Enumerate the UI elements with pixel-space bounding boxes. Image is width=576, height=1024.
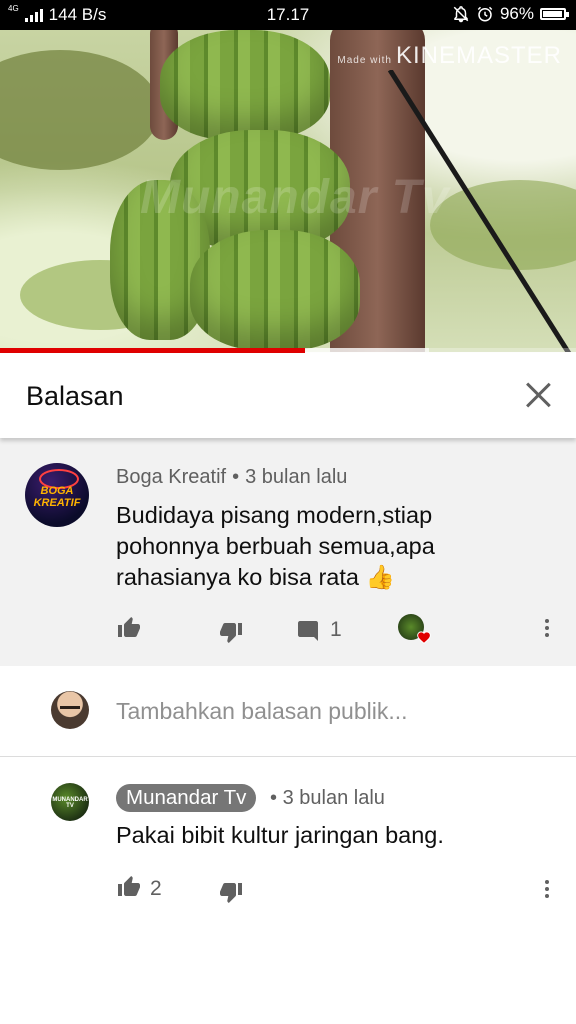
alarm-icon [477,6,493,22]
video-player[interactable]: Made with KINEMASTER Munandar Tv [0,30,576,352]
meta-separator: • [270,787,278,809]
avatar-label: BOGA KREATIF [33,485,81,509]
reply-author-chip[interactable]: Munandar Tv [116,784,257,812]
battery-icon [540,8,569,20]
like-icon[interactable] [116,616,142,640]
watermark-text: KINEMASTER [395,42,562,69]
close-icon[interactable] [524,381,552,409]
panel-title: Balasan [26,381,124,411]
avatar-label: MUNANDAR TV [52,797,88,809]
reply-input[interactable]: Tambahkan balasan publik... [116,698,408,725]
reply-text: Pakai bibit kultur jaringan bang. [116,822,444,848]
reply-count: 1 [330,618,342,641]
battery-percent: 96% [499,4,534,23]
meta-separator: • [232,466,240,488]
like-count: 2 [150,877,162,900]
reply-time: 3 bulan lalu [282,787,385,809]
reply-comment: MUNANDAR TV Munandar Tv • 3 bulan lalu P… [0,757,576,937]
main-comment: BOGA KREATIF Boga Kreatif • 3 bulan lalu… [0,438,576,666]
more-options-icon[interactable] [545,619,549,640]
more-options-icon[interactable] [545,880,549,901]
comment-text: Budidaya pisang modern,stiap pohonnya be… [116,502,435,590]
avatar[interactable]: BOGA KREATIF [25,463,89,527]
like-icon[interactable] [116,875,142,899]
avatar[interactable]: MUNANDAR TV [51,783,89,821]
reply-icon[interactable] [297,618,321,642]
dislike-icon[interactable] [218,620,244,644]
replies-header: Balasan [0,353,576,438]
kinemaster-watermark: Made with KINEMASTER [337,42,562,70]
avatar [51,691,89,729]
channel-watermark: Munandar Tv [140,171,450,224]
notification-off-icon [453,6,469,23]
heart-icon [417,631,431,644]
add-reply-row: Tambahkan balasan publik... [0,666,576,757]
comment-author[interactable]: Boga Kreatif [116,466,226,489]
status-bar: 4G 144 B/s 17.17 96% [0,0,576,30]
dislike-icon[interactable] [218,880,244,904]
watermark-prefix: Made with [337,55,392,66]
comment-time: 3 bulan lalu [245,466,348,488]
reply-meta: • 3 bulan lalu [270,787,385,810]
comment-meta: Boga Kreatif • 3 bulan lalu [116,466,347,489]
status-right: 96% [452,4,569,24]
